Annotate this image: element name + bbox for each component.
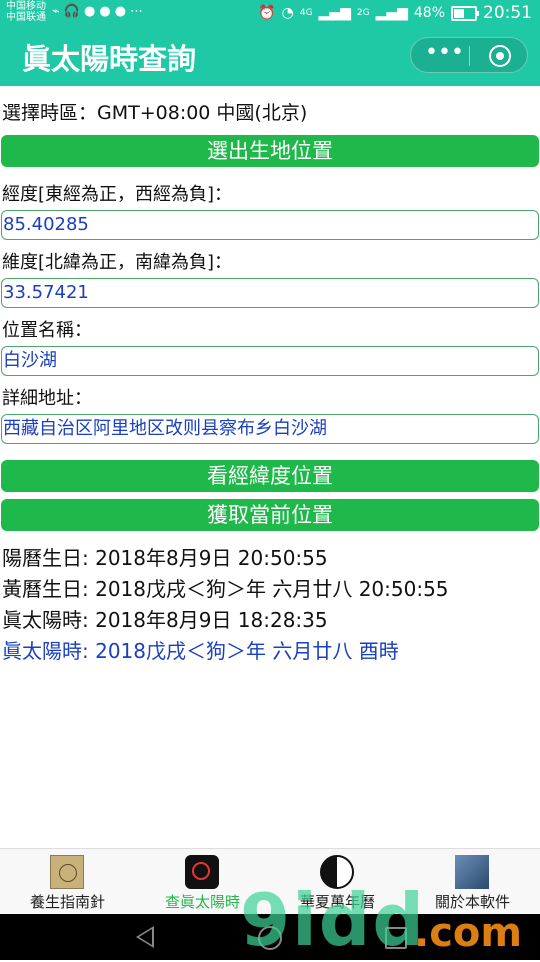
lunar-birthday-text: 黃曆生日: 2018戊戌＜狗＞年 六月廿八 20:50:55 xyxy=(2,577,449,601)
get-current-location-button[interactable]: 獲取當前位置 xyxy=(1,499,539,531)
wechat-icon: ● xyxy=(84,4,100,19)
close-miniprogram-icon[interactable] xyxy=(489,45,511,67)
location-name-input[interactable]: 白沙湖 xyxy=(1,346,539,376)
latitude-input[interactable]: 33.57421 xyxy=(1,278,539,308)
sun-clock-icon xyxy=(185,855,219,889)
more-options-icon[interactable]: ••• xyxy=(425,42,464,68)
address-label: 詳細地址： xyxy=(2,388,92,409)
signal-icon: ▂▄▆ xyxy=(318,5,351,21)
clock: 20:51 xyxy=(483,3,532,23)
longitude-input[interactable]: 85.40285 xyxy=(1,210,539,240)
latitude-label: 維度[北緯為正，南緯為負]： xyxy=(2,252,233,273)
signal-wave-icon: ⌁ xyxy=(52,4,64,19)
miniprogram-capsule: ••• xyxy=(410,37,528,73)
compass-icon xyxy=(50,855,84,889)
location-name-label: 位置名稱： xyxy=(2,320,92,341)
wifi-icon: ◔ xyxy=(281,5,294,21)
headset-icon: 🎧 xyxy=(63,4,85,19)
signal-icon-2: ▂▄▆ xyxy=(375,5,408,21)
alarm-icon: ⏰ xyxy=(258,5,276,21)
wechat-icon-3: ● xyxy=(114,4,131,19)
timezone-selector[interactable]: 選擇時區：GMT+08:00 中國(北京) xyxy=(2,98,307,125)
more-notifications-icon: ⋯ xyxy=(130,4,148,19)
net-2-label: 2G xyxy=(356,8,370,18)
carrier-2: 中国联通 xyxy=(6,12,46,23)
carrier-1: 中国移动 xyxy=(6,1,46,12)
solar-birthday-text: 陽曆生日: 2018年8月9日 20:50:55 xyxy=(2,546,328,570)
tab-health-compass[interactable]: 養生指南針 xyxy=(0,849,135,915)
status-bar: 中国移动 中国联通 ⌁🎧●●●⋯ ⏰ ◔ 4G ▂▄▆ 2G ▂▄▆ 48% 2… xyxy=(0,0,540,26)
battery-icon xyxy=(451,5,479,21)
address-input[interactable]: 西藏自治区阿里地区改则县察布乡白沙湖 xyxy=(1,414,539,444)
wechat-icon-2: ● xyxy=(99,4,115,19)
about-icon xyxy=(455,855,489,889)
back-icon[interactable] xyxy=(136,926,154,948)
true-solar-time-text: 眞太陽時: 2018年8月9日 18:28:35 xyxy=(2,608,328,632)
choose-birthplace-button[interactable]: 選出生地位置 xyxy=(1,135,539,167)
longitude-label: 經度[東經為正，西經為負]： xyxy=(2,184,233,205)
notification-icons: ⌁🎧●●●⋯ xyxy=(52,4,147,19)
battery-fill xyxy=(454,8,464,18)
watermark-logo: 9idd xyxy=(240,878,426,962)
view-location-button[interactable]: 看經緯度位置 xyxy=(1,460,539,492)
net-1-label: 4G xyxy=(299,8,313,18)
capsule-divider xyxy=(469,46,470,66)
carrier-info: 中国移动 中国联通 xyxy=(6,1,46,23)
battery-percent: 48% xyxy=(413,5,445,21)
watermark-suffix: .com xyxy=(414,910,523,956)
status-right: ⏰ ◔ 4G ▂▄▆ 2G ▂▄▆ 48% 20:51 xyxy=(258,3,532,23)
tab-label: 養生指南針 xyxy=(29,893,105,911)
true-solar-time-lunar-text: 眞太陽時: 2018戊戌＜狗＞年 六月廿八 酉時 xyxy=(2,639,399,663)
page-title: 眞太陽時查詢 xyxy=(22,42,197,76)
title-bar: 眞太陽時查詢 ••• xyxy=(0,26,540,86)
